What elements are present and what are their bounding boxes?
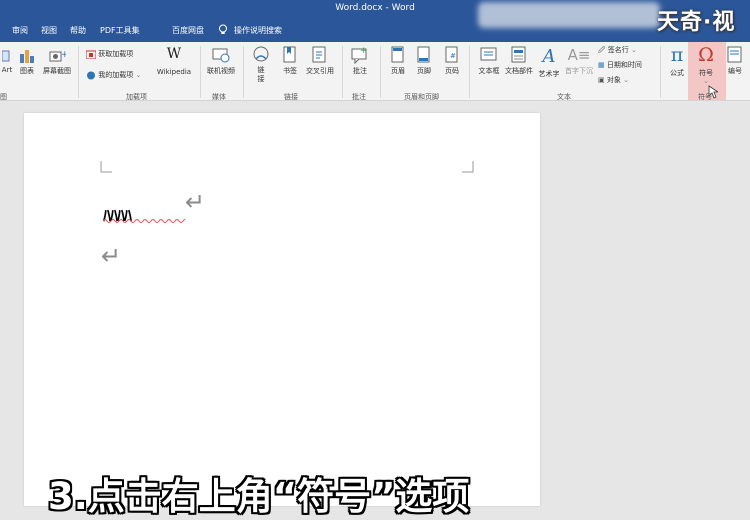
group-label-addins: 加载项 (126, 93, 147, 101)
link-icon (253, 46, 269, 62)
ribbon-insert: Art 图表 + 屏幕截图 图 获取加载项 我的加载项 ⌄ W Wikipedi… (0, 42, 750, 101)
header-button[interactable]: 页眉 (387, 46, 409, 76)
smartart-button[interactable]: Art (0, 48, 14, 74)
margin-marker-top-left (100, 161, 112, 173)
drop-cap-button[interactable]: A≡ 首字下沉 (563, 46, 595, 76)
blurred-area (478, 2, 660, 28)
quick-parts-button[interactable]: 文档部件 (503, 46, 535, 76)
chart-button[interactable]: 图表 (17, 48, 37, 76)
wordart-icon: A (542, 46, 556, 67)
bookmark-button[interactable]: 书签 (280, 46, 300, 76)
footer-button[interactable]: 页脚 (413, 46, 435, 76)
screenshot-button[interactable]: + 屏幕截图 (41, 48, 73, 76)
paragraph-mark: ↵ (101, 242, 122, 270)
svg-text:#: # (450, 52, 456, 60)
group-label-comments: 批注 (352, 93, 366, 101)
wikipedia-icon: W (166, 46, 182, 62)
online-video-button[interactable]: 联机视频 (203, 46, 239, 76)
omega-icon: Ω (698, 44, 714, 66)
tab-baidu-netdisk[interactable]: 百度网盘 (172, 25, 204, 36)
chevron-down-icon: ⌄ (623, 76, 629, 84)
equation-button[interactable]: π 公式 (667, 44, 687, 78)
textbox-icon (480, 47, 497, 61)
group-label-text: 文本 (557, 93, 571, 101)
chevron-down-icon: ⌄ (630, 46, 637, 54)
header-icon (391, 46, 404, 63)
margin-marker-top-right (462, 161, 474, 173)
my-addins-button[interactable]: 我的加载项 ⌄ (86, 70, 141, 80)
number-button[interactable]: 编号 (724, 46, 746, 76)
watermark-logo: 天奇·视 (657, 10, 736, 35)
page-number-button[interactable]: # 页码 (441, 46, 463, 76)
ribbon-separator (342, 46, 343, 98)
ribbon-separator (660, 46, 661, 98)
comment-icon: + (351, 46, 368, 64)
store-icon (85, 50, 97, 59)
tab-review[interactable]: 审阅 (12, 25, 28, 36)
pi-icon: π (670, 44, 684, 66)
paragraph-mark: ↵ (185, 188, 206, 216)
cross-reference-icon (312, 46, 326, 63)
tell-me-search[interactable]: 操作说明搜索 (234, 25, 282, 36)
date-time-button[interactable]: ▦ 日期和时间 (598, 60, 642, 70)
svg-text:+: + (360, 46, 368, 56)
object-button[interactable]: ▣ 对象 ⌄ (598, 75, 629, 85)
link-button[interactable]: 链 接 (251, 46, 271, 84)
ribbon-separator (200, 46, 201, 98)
screenshot-icon: + (49, 50, 66, 62)
wordart-button[interactable]: A 艺术字 (537, 46, 561, 79)
ribbon-separator (380, 46, 381, 98)
object-icon: ▣ (598, 76, 605, 84)
wikipedia-button[interactable]: W Wikipedia (153, 46, 195, 76)
signature-icon: 🖉 (598, 46, 606, 54)
group-label-links: 链接 (284, 93, 298, 101)
get-addins-button[interactable]: 获取加载项 (85, 49, 133, 59)
tutorial-caption: 3.点击右上角“符号”选项 (48, 475, 470, 518)
ribbon-separator (78, 46, 79, 98)
page-number-icon: # (445, 46, 458, 63)
tab-view[interactable]: 视图 (41, 25, 57, 36)
chevron-down-icon: ⌄ (135, 71, 142, 79)
footer-icon (417, 46, 430, 63)
group-label-media: 媒体 (212, 93, 226, 101)
bookmark-icon (283, 46, 296, 63)
symbol-button[interactable]: Ω 符号 ⌄ (694, 44, 718, 85)
group-label-symbols: 符号 (698, 93, 712, 101)
chart-icon (20, 50, 34, 63)
signature-line-button[interactable]: 🖉 签名行 ⌄ (598, 45, 637, 57)
chevron-down-icon: ⌄ (703, 77, 709, 85)
group-label-illustrations: 图 (0, 93, 7, 101)
ribbon-separator (469, 46, 470, 98)
spelling-error-underline (103, 219, 185, 223)
cross-reference-button[interactable]: 交叉引用 (302, 46, 338, 76)
calendar-icon: ▦ (598, 61, 605, 69)
smartart-icon (2, 50, 10, 62)
number-icon (727, 46, 742, 63)
tab-pdf-tools[interactable]: PDF工具集 (100, 25, 140, 36)
comment-button[interactable]: + 批注 (349, 46, 371, 76)
group-label-header-footer: 页眉和页脚 (404, 93, 439, 101)
ribbon-separator (243, 46, 244, 98)
svg-text:+: + (61, 50, 66, 60)
video-icon (212, 48, 230, 63)
tab-help[interactable]: 帮助 (70, 25, 86, 36)
quick-parts-icon (511, 46, 526, 63)
drop-cap-icon: A≡ (567, 46, 591, 64)
lightbulb-icon (219, 24, 227, 34)
textbox-button[interactable]: 文本框 (476, 46, 502, 76)
document-page[interactable] (24, 113, 540, 506)
my-addins-icon (87, 71, 95, 79)
